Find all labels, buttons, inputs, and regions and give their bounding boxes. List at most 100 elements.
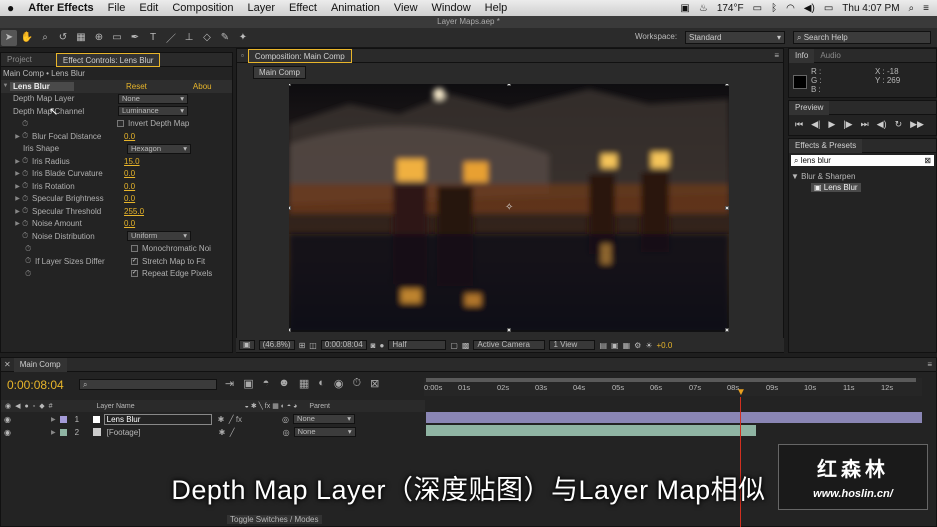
eraser-tool-icon[interactable]: ◇: [199, 30, 215, 46]
temperature-readout[interactable]: 174°F: [717, 3, 744, 14]
stopwatch-icon[interactable]: ⏱: [22, 194, 32, 204]
menu-window[interactable]: Window: [425, 2, 478, 14]
magnification-select[interactable]: (46.8%): [258, 340, 295, 350]
stopwatch-icon[interactable]: ⏱: [22, 219, 32, 229]
panel-menu-icon[interactable]: ≡: [927, 360, 936, 369]
effects-result-item[interactable]: ▣ Lens Blur: [811, 183, 861, 192]
transform-handle[interactable]: [725, 84, 729, 86]
parent-pickwhip-icon[interactable]: ◎: [282, 415, 289, 424]
twirl-closed-icon[interactable]: ▶: [13, 208, 22, 215]
label-color[interactable]: [59, 415, 67, 423]
col-parent[interactable]: Parent: [309, 403, 330, 410]
comp-mini-flowchart-icon[interactable]: ⇥: [225, 377, 234, 390]
twirl-closed-icon[interactable]: ▶: [13, 195, 22, 202]
camera-select[interactable]: Active Camera: [473, 340, 546, 350]
volume-icon[interactable]: ◀): [804, 3, 815, 14]
transform-handle[interactable]: [507, 84, 511, 86]
time-ruler[interactable]: 0:00s 01s 02s 03s 04s 05s 06s 07s 08s 09…: [424, 378, 922, 396]
main-comp-button[interactable]: Main Comp: [253, 66, 306, 79]
twirl-closed-icon[interactable]: ▶: [51, 429, 56, 436]
rectangle-tool-icon[interactable]: ▭: [109, 30, 125, 46]
composition-viewer[interactable]: ✧: [289, 84, 729, 332]
menu-view[interactable]: View: [387, 2, 425, 14]
pan-behind-tool-icon[interactable]: ⊕: [91, 30, 107, 46]
layer-name[interactable]: [Footage]: [105, 428, 213, 437]
always-preview-icon[interactable]: ▣: [239, 340, 255, 350]
tab-composition[interactable]: Composition: Main Comp: [247, 48, 352, 63]
bluetooth-icon[interactable]: ᛒ: [771, 3, 777, 14]
live-update-icon[interactable]: ▣: [243, 377, 253, 390]
parent-pickwhip-icon[interactable]: ◎: [283, 428, 290, 437]
twirl-closed-icon[interactable]: ▶: [13, 158, 22, 165]
close-tab-icon[interactable]: ✕: [1, 360, 14, 369]
flowchart-icon[interactable]: ⚙: [634, 341, 641, 350]
menu-animation[interactable]: Animation: [324, 2, 387, 14]
noise-distribution-select[interactable]: Uniform ▾: [127, 231, 191, 242]
twirl-closed-icon[interactable]: ▶: [13, 183, 22, 190]
twirl-closed-icon[interactable]: ▶: [13, 220, 22, 227]
tab-preview[interactable]: Preview: [789, 100, 830, 115]
tab-effects-presets[interactable]: Effects & Presets: [789, 138, 863, 153]
timeline-timecode[interactable]: 0:00:08:04: [7, 378, 64, 392]
toggle-switches-modes-button[interactable]: Toggle Switches / Modes: [227, 515, 322, 524]
specular-brightness-value[interactable]: 0.0: [124, 194, 135, 203]
frame-blending-icon[interactable]: ▦: [299, 377, 309, 390]
clone-stamp-tool-icon[interactable]: ⊥: [181, 30, 197, 46]
tab-main-comp[interactable]: Main Comp: [13, 357, 67, 372]
noise-amount-value[interactable]: 0.0: [124, 219, 135, 228]
mask-visibility-icon[interactable]: ◫: [309, 341, 317, 350]
wifi-icon[interactable]: ◠: [786, 3, 795, 14]
hand-tool-icon[interactable]: ✋: [19, 30, 35, 46]
last-frame-icon[interactable]: ⏭: [861, 119, 869, 130]
effect-header[interactable]: ▼ Lens Blur Reset Abou: [1, 80, 232, 93]
clock[interactable]: Thu 4:07 PM: [842, 3, 899, 14]
menu-layer[interactable]: Layer: [241, 2, 283, 14]
search-help-input[interactable]: ⌕ Search Help: [793, 31, 931, 44]
tab-effect-controls[interactable]: Effect Controls: Lens Blur: [55, 52, 161, 67]
play-icon[interactable]: ▶: [828, 119, 835, 130]
camera-tool-icon[interactable]: ▦: [73, 30, 89, 46]
show-channel-icon[interactable]: ●: [380, 341, 385, 350]
timeline-search-input[interactable]: ⌕: [79, 379, 217, 390]
fast-previews-icon[interactable]: ▣: [611, 341, 619, 350]
draft-3d-icon[interactable]: ◓: [263, 377, 270, 390]
label-color[interactable]: [59, 428, 67, 436]
ram-preview-icon[interactable]: ▶▶: [910, 119, 924, 130]
monochromatic-noise-checkbox[interactable]: [131, 245, 138, 253]
twirl-open-icon[interactable]: ▼: [1, 83, 10, 89]
repeat-edge-pixels-checkbox[interactable]: ✓: [131, 270, 138, 278]
panel-menu-icon[interactable]: ≡: [774, 51, 783, 60]
parent-select[interactable]: None ▾: [293, 427, 356, 437]
menu-help[interactable]: Help: [478, 2, 515, 14]
depth-map-layer-select[interactable]: None ▾: [118, 93, 188, 104]
transform-handle[interactable]: [289, 206, 291, 210]
invert-depth-map-checkbox[interactable]: [117, 120, 124, 128]
grid-icon[interactable]: ⊞: [299, 341, 306, 350]
tab-audio[interactable]: Audio: [814, 51, 846, 60]
apple-menu-icon[interactable]: ●: [0, 1, 21, 15]
stopwatch-icon[interactable]: ⏱: [25, 244, 35, 254]
specular-threshold-value[interactable]: 255.0: [124, 207, 144, 216]
transform-handle[interactable]: [289, 84, 291, 86]
shy-icon[interactable]: ☻: [278, 377, 290, 390]
tab-info[interactable]: Info: [789, 48, 815, 63]
eye-icon[interactable]: ◉: [1, 428, 15, 437]
transform-handle[interactable]: [725, 206, 729, 210]
layer-switches[interactable]: ✱ ╱: [219, 428, 235, 437]
layer-bar-footage[interactable]: [426, 425, 756, 436]
twirl-open-icon[interactable]: ▼: [791, 172, 801, 181]
stopwatch-icon[interactable]: ⏱: [22, 131, 32, 141]
auto-keyframe-icon[interactable]: ⏱: [353, 377, 362, 390]
toggle-pixel-aspect-icon[interactable]: ▤: [599, 341, 607, 350]
exposure-value[interactable]: +0.0: [657, 341, 673, 350]
snapshot-icon[interactable]: ◙: [371, 341, 376, 350]
menu-file[interactable]: File: [101, 2, 133, 14]
roto-brush-tool-icon[interactable]: ✎: [217, 30, 233, 46]
graph-editor-icon[interactable]: ⊠: [370, 377, 379, 390]
iris-shape-select[interactable]: Hexagon ▾: [127, 143, 191, 154]
layer-row[interactable]: ◉ ▶ 1 Lens Blur ✱ ╱ fx ◎ None ▾: [1, 413, 425, 425]
eye-icon[interactable]: ◉: [1, 415, 15, 424]
stopwatch-icon[interactable]: ⏱: [25, 256, 35, 266]
effects-category[interactable]: ▼ Blur & Sharpen: [791, 172, 855, 181]
spotlight-icon[interactable]: ⌕: [909, 3, 915, 14]
